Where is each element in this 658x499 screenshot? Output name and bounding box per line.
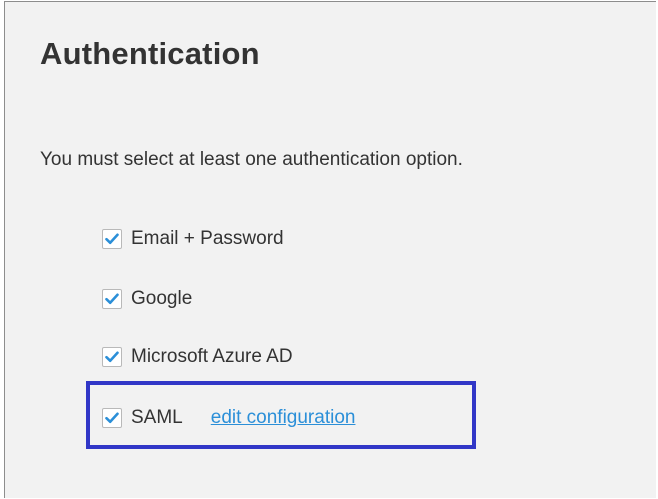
authentication-panel: Authentication You must select at least … bbox=[4, 1, 656, 498]
check-icon bbox=[105, 233, 119, 245]
check-icon bbox=[105, 293, 119, 305]
microsoft-azure-ad-label: Microsoft Azure AD bbox=[131, 346, 293, 367]
option-microsoft-azure-ad[interactable]: Microsoft Azure AD bbox=[102, 344, 293, 370]
google-label: Google bbox=[131, 288, 193, 309]
option-email-password[interactable]: Email + Password bbox=[102, 226, 284, 252]
email-password-label: Email + Password bbox=[131, 228, 284, 249]
microsoft-azure-ad-checkbox[interactable] bbox=[102, 347, 122, 367]
google-checkbox[interactable] bbox=[102, 289, 122, 309]
option-google[interactable]: Google bbox=[102, 286, 192, 312]
saml-highlight-box bbox=[86, 381, 476, 449]
page-title: Authentication bbox=[40, 36, 260, 71]
email-password-checkbox[interactable] bbox=[102, 229, 122, 249]
instructions-text: You must select at least one authenticat… bbox=[40, 149, 463, 170]
check-icon bbox=[105, 351, 119, 363]
